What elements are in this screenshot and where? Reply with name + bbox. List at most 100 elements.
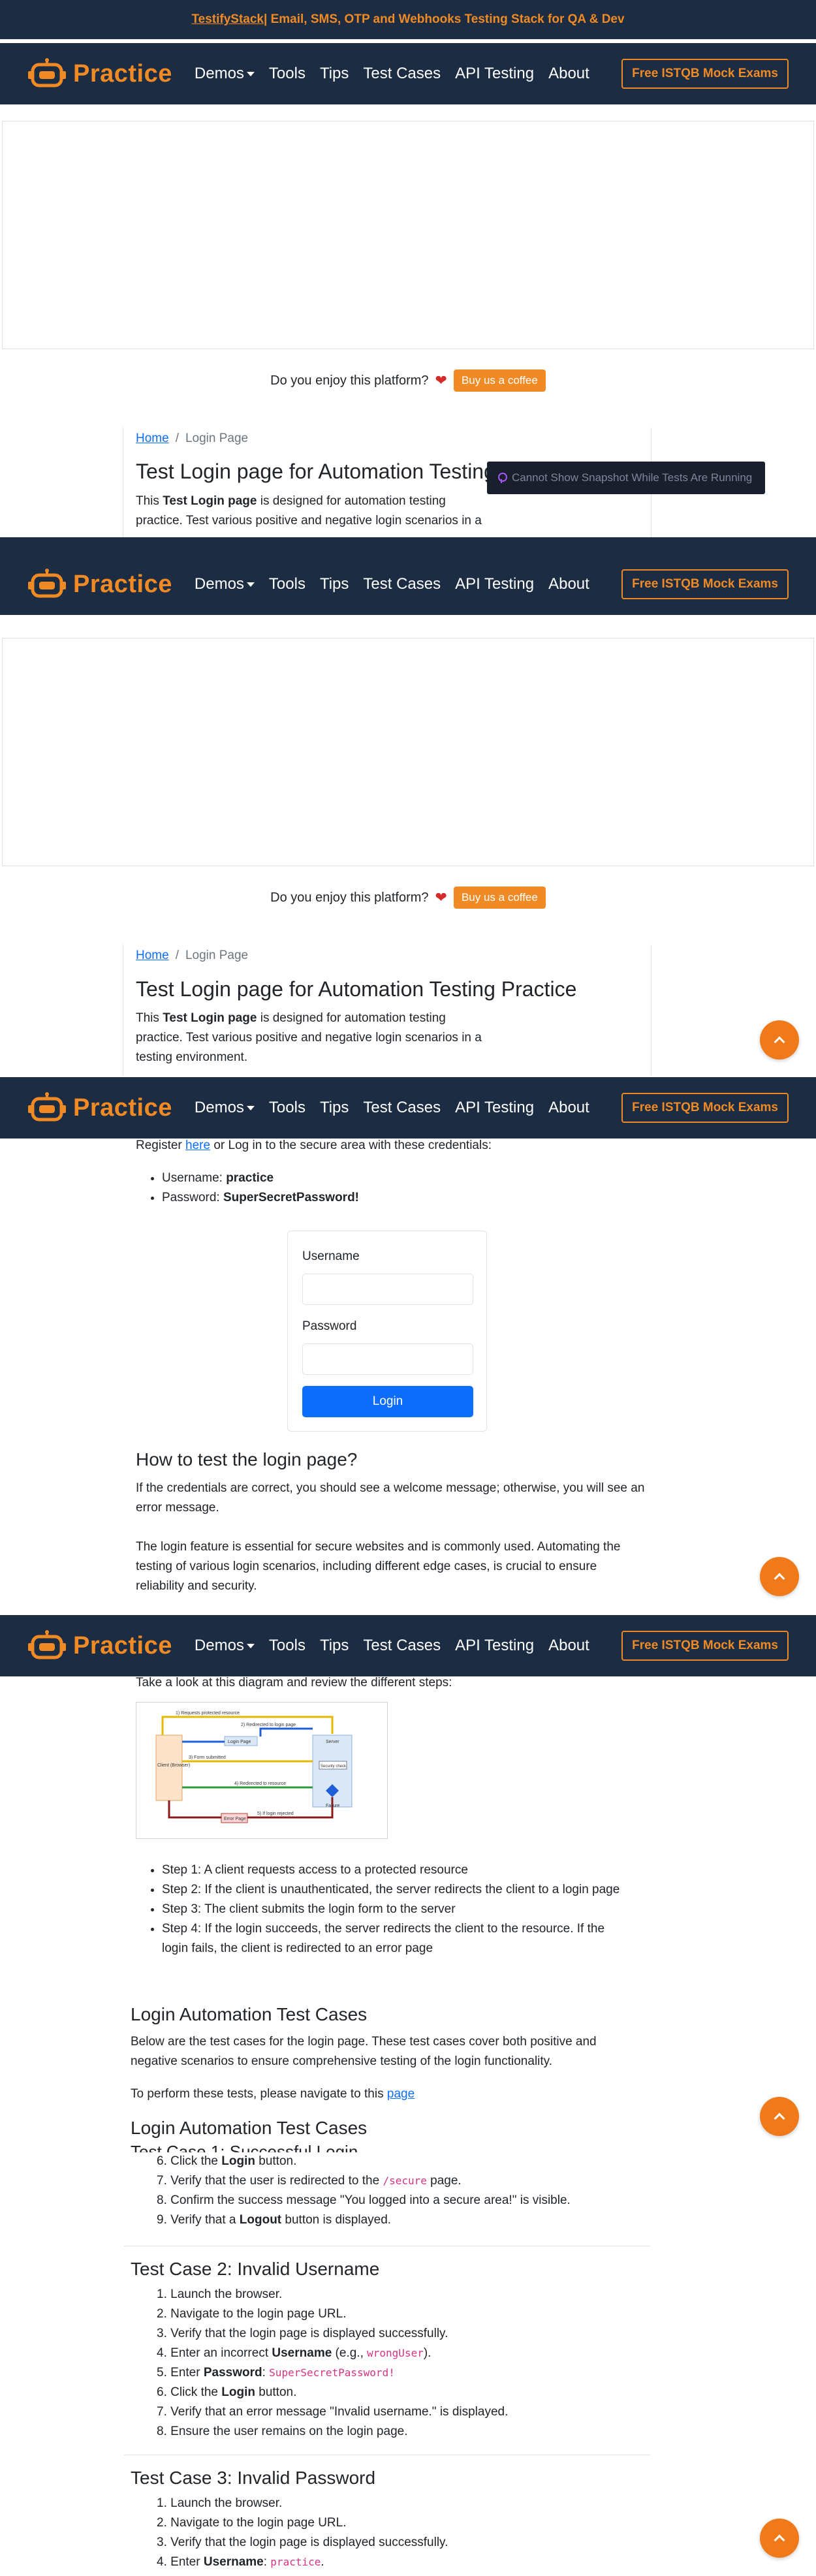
tc3-step: 3. Verify that the login page is display… — [157, 2536, 448, 2549]
buy-coffee-button[interactable]: Buy us a coffee — [453, 369, 546, 392]
step-item: Step 2: If the client is unauthenticated… — [162, 1880, 632, 1900]
buy-coffee-button[interactable]: Buy us a coffee — [453, 887, 546, 909]
tc2-step: 4. Enter an incorrect Username (e.g., wr… — [157, 2346, 432, 2360]
coffee-question: Do you enjoy this platform? — [270, 890, 429, 905]
navbar: Practice Demos Tools Tips Test Cases API… — [0, 43, 816, 104]
nav-api-testing[interactable]: API Testing — [455, 575, 534, 593]
tc2-step: 1. Launch the browser. — [157, 2287, 283, 2301]
scroll-to-top-button[interactable] — [760, 2519, 799, 2558]
nav-demos[interactable]: Demos — [195, 1099, 255, 1117]
nav-demos[interactable]: Demos — [195, 1637, 255, 1655]
nav-tools[interactable]: Tools — [269, 65, 306, 83]
istqb-exams-button[interactable]: Free ISTQB Mock Exams — [621, 569, 789, 599]
istqb-exams-button[interactable]: Free ISTQB Mock Exams — [621, 59, 789, 89]
nav-tools[interactable]: Tools — [269, 575, 306, 593]
chevron-down-icon — [246, 1644, 255, 1649]
istqb-exams-button[interactable]: Free ISTQB Mock Exams — [621, 1093, 789, 1123]
nav-about[interactable]: About — [548, 1099, 589, 1117]
login-button[interactable]: Login — [302, 1386, 473, 1417]
nav-demos[interactable]: Demos — [195, 575, 255, 593]
chevron-up-icon — [774, 1573, 785, 1584]
logo[interactable]: Practice — [27, 58, 172, 89]
tc1-heading: Test Case 1: Successful Login — [131, 2142, 358, 2152]
chevron-down-icon — [246, 582, 255, 588]
promo-banner — [0, 537, 816, 554]
test-page-link[interactable]: page — [387, 2087, 415, 2101]
chevron-down-icon — [246, 72, 255, 77]
robot-logo-icon — [28, 1630, 66, 1659]
breadcrumb-home[interactable]: Home — [136, 432, 169, 445]
heart-icon: ❤ — [435, 889, 447, 905]
tc1-step: 9. Verify that a Logout button is displa… — [157, 2213, 392, 2227]
intro-text: This Test Login page is designed for aut… — [136, 494, 482, 527]
nav-tips[interactable]: Tips — [320, 1099, 349, 1117]
navbar: Practice Demos Tools Tips Test Cases API… — [0, 1615, 816, 1676]
tc2-heading: Test Case 2: Invalid Username — [131, 2259, 380, 2279]
scroll-to-top-button[interactable] — [760, 1557, 799, 1596]
scroll-to-top-button[interactable] — [760, 2097, 799, 2136]
page-title: Test Login page for Automation Testing P… — [136, 977, 577, 1001]
nav-about[interactable]: About — [548, 65, 589, 83]
automation-p1: Below are the test cases for the login p… — [131, 2035, 597, 2068]
password-label: Password — [302, 1319, 357, 1333]
tc3-steps: 1. Launch the browser. 2. Navigate to th… — [157, 2494, 448, 2572]
diagram-label: 2) Redirected to login page — [241, 1723, 296, 1727]
nav-tips[interactable]: Tips — [320, 65, 349, 83]
username-input[interactable] — [302, 1274, 473, 1305]
nav-about[interactable]: About — [548, 575, 589, 593]
nav-tools[interactable]: Tools — [269, 1637, 306, 1655]
how-to-heading: How to test the login page? — [136, 1449, 358, 1469]
nav-tips[interactable]: Tips — [320, 1637, 349, 1655]
robot-logo-icon — [28, 1092, 66, 1122]
logo[interactable]: Practice — [27, 1092, 172, 1123]
promo-text: | Email, SMS, OTP and Webhooks Testing S… — [263, 12, 625, 26]
istqb-exams-button[interactable]: Free ISTQB Mock Exams — [621, 1631, 789, 1661]
diagram-label: Failure — [326, 1804, 340, 1808]
diagram-intro: Take a look at this diagram and review t… — [136, 1676, 452, 1689]
password-input[interactable] — [302, 1343, 473, 1375]
chevron-down-icon — [246, 1106, 255, 1111]
promo-brand-link[interactable]: TestifyStack — [191, 12, 264, 27]
logo[interactable]: Practice — [27, 569, 172, 600]
tc3-step: 2. Navigate to the login page URL. — [157, 2516, 347, 2530]
register-link[interactable]: here — [185, 1139, 210, 1152]
nav-about[interactable]: About — [548, 1637, 589, 1655]
scroll-to-top-button[interactable] — [760, 1020, 799, 1060]
robot-logo-icon — [28, 58, 66, 87]
nav-tools[interactable]: Tools — [269, 1099, 306, 1117]
coffee-banner: Do you enjoy this platform? ❤ Buy us a c… — [0, 369, 816, 392]
automation-heading-2: Login Automation Test Cases — [131, 2118, 368, 2138]
nav-api-testing[interactable]: API Testing — [455, 1637, 534, 1655]
page-title: Test Login page for Automation Testing — [136, 460, 495, 483]
tc1-heading-clip: Test Case 1: Successful Login — [131, 2142, 653, 2152]
chevron-up-icon — [774, 1036, 785, 1048]
nav-test-cases[interactable]: Test Cases — [363, 1099, 441, 1117]
breadcrumb: Home / Login Page — [136, 432, 249, 445]
diagram-label: Client (Browser) — [157, 1763, 190, 1768]
credentials-list: Username: practice Password: SuperSecret… — [162, 1169, 359, 1208]
automation-heading: Login Automation Test Cases — [131, 2004, 368, 2024]
nav-test-cases[interactable]: Test Cases — [363, 65, 441, 83]
how-to-p1: If the credentials are correct, you shou… — [136, 1481, 645, 1515]
diagram-label: 3) Form submitted — [189, 1755, 226, 1760]
promo-banner[interactable]: TestifyStack | Email, SMS, OTP and Webho… — [0, 0, 816, 39]
breadcrumb-home[interactable]: Home — [136, 949, 169, 962]
breadcrumb: Home / Login Page — [136, 949, 249, 962]
nav-links: Demos Tools Tips Test Cases API Testing … — [195, 575, 589, 593]
nav-test-cases[interactable]: Test Cases — [363, 575, 441, 593]
logo[interactable]: Practice — [27, 1630, 172, 1661]
tc2-step: 7. Verify that an error message "Invalid… — [157, 2405, 509, 2419]
diagram-label: 5) If login rejected — [257, 1812, 294, 1816]
nav-test-cases[interactable]: Test Cases — [363, 1637, 441, 1655]
nav-tips[interactable]: Tips — [320, 575, 349, 593]
tc1-steps: 6. Click the Login button. 7. Verify tha… — [157, 2152, 571, 2230]
tc3-step: 1. Launch the browser. — [157, 2496, 283, 2510]
nav-demos[interactable]: Demos — [195, 65, 255, 83]
tc1-step: 7. Verify that the user is redirected to… — [157, 2174, 462, 2188]
ad-placeholder — [2, 121, 814, 349]
nav-links: Demos Tools Tips Test Cases API Testing … — [195, 1099, 589, 1117]
nav-api-testing[interactable]: API Testing — [455, 1099, 534, 1117]
credential-username: Username: practice — [162, 1169, 359, 1188]
diagram-label: Login Page — [228, 1740, 251, 1744]
nav-api-testing[interactable]: API Testing — [455, 65, 534, 83]
